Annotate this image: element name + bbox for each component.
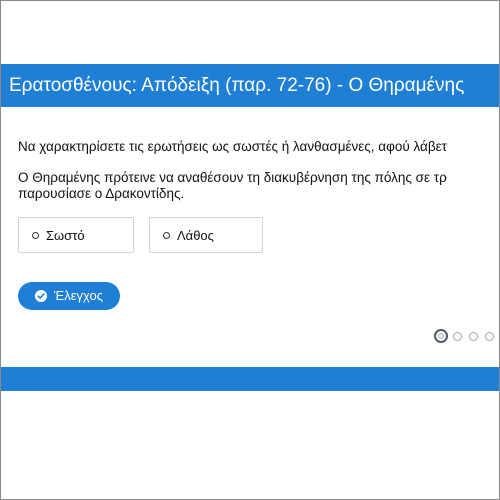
exercise-instructions: Να χαρακτηρίσετε τις ερωτήσεις ως σωστές… xyxy=(18,139,447,154)
pager-dot-3[interactable] xyxy=(469,332,478,341)
option-false[interactable]: Λάθος xyxy=(149,217,263,253)
app-frame: Ερατοσθένους: Απόδειξη (παρ. 72-76) - Ο … xyxy=(0,0,500,500)
option-true-label: Σωστό xyxy=(46,228,85,243)
question-line-2: παρουσίασε ο Δρακοντίδης. xyxy=(18,186,185,201)
radio-icon[interactable] xyxy=(32,232,39,239)
title-bar: Ερατοσθένους: Απόδειξη (παρ. 72-76) - Ο … xyxy=(1,64,499,107)
pager-dot-2[interactable] xyxy=(453,332,462,341)
option-true[interactable]: Σωστό xyxy=(18,217,134,253)
option-false-label: Λάθος xyxy=(177,228,214,243)
check-button[interactable]: Έλεγχος xyxy=(18,282,120,310)
question-pager xyxy=(434,329,499,345)
question-line-1: Ο Θηραμένης πρότεινε να αναθέσουν τη δια… xyxy=(18,170,447,185)
footer-bar xyxy=(1,367,499,391)
question-text: Ο Θηραμένης πρότεινε να αναθέσουν τη δια… xyxy=(18,170,499,202)
check-button-label: Έλεγχος xyxy=(54,288,103,303)
page-title: Ερατοσθένους: Απόδειξη (παρ. 72-76) - Ο … xyxy=(9,75,465,96)
pager-dot-4[interactable] xyxy=(485,332,494,341)
pager-dot-1[interactable] xyxy=(434,329,448,343)
check-circle-icon xyxy=(35,290,47,302)
radio-icon[interactable] xyxy=(163,232,170,239)
